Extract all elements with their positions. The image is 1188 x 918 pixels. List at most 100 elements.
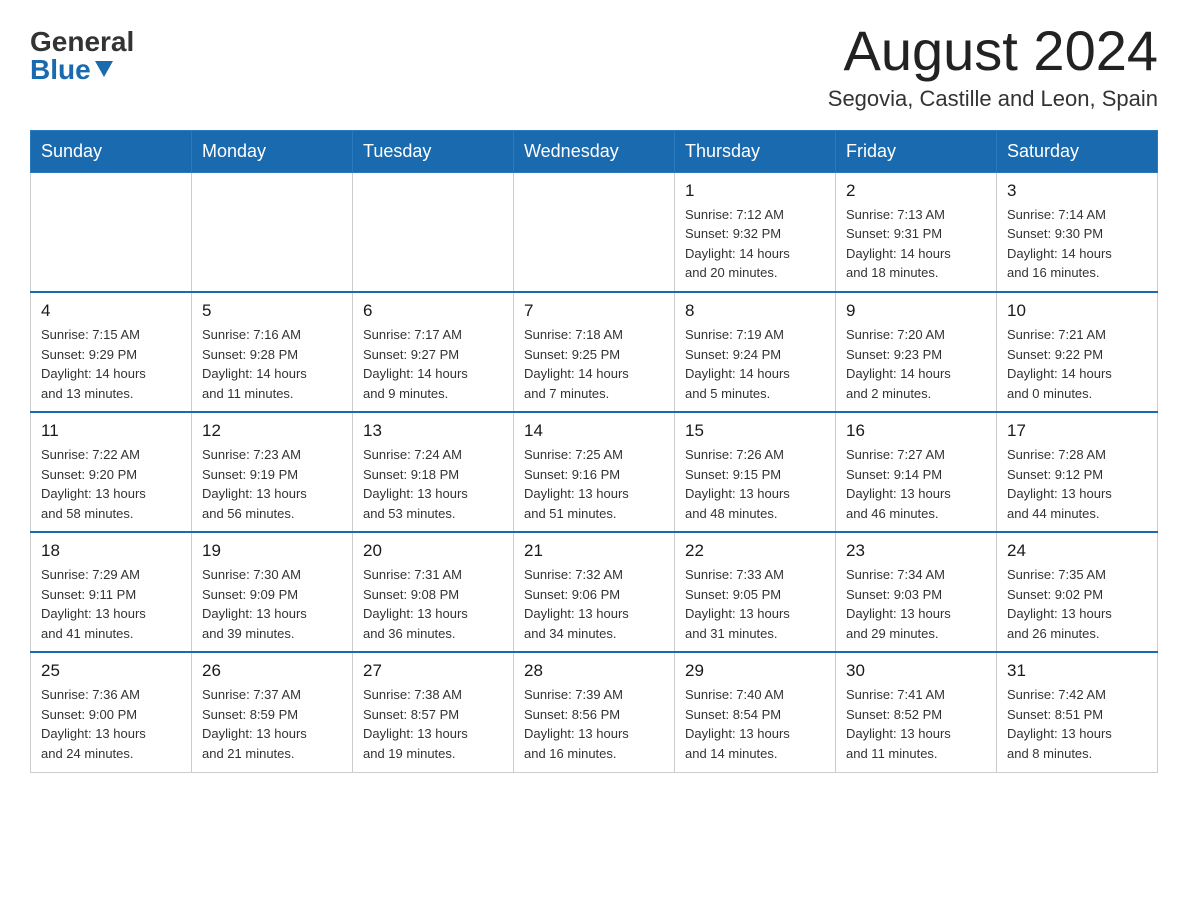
day-number: 4 (41, 301, 181, 321)
calendar-cell: 9 Sunrise: 7:20 AMSunset: 9:23 PMDaylight… (836, 292, 997, 412)
day-info: Sunrise: 7:22 AMSunset: 9:20 PMDaylight:… (41, 445, 181, 523)
logo-blue-text: Blue (30, 56, 113, 84)
calendar-cell: 31Sunrise: 7:42 AMSunset: 8:51 PMDayligh… (997, 652, 1158, 772)
calendar-cell: 23 Sunrise: 7:34 AMSunset: 9:03 PMDayligh… (836, 532, 997, 652)
day-info: Sunrise: 7:36 AMSunset: 9:00 PMDaylight:… (41, 685, 181, 763)
week-row-4: 18 Sunrise: 7:29 AMSunset: 9:11 PMDayligh… (31, 532, 1158, 652)
day-info: Sunrise: 7:34 AMSunset: 9:03 PMDaylight:… (846, 565, 986, 643)
calendar-cell: 21 Sunrise: 7:32 AMSunset: 9:06 PMDayligh… (514, 532, 675, 652)
week-row-2: 4 Sunrise: 7:15 AMSunset: 9:29 PMDaylight… (31, 292, 1158, 412)
day-number: 11 (41, 421, 181, 441)
calendar-cell: 25Sunrise: 7:36 AMSunset: 9:00 PMDayligh… (31, 652, 192, 772)
day-info: Sunrise: 7:35 AMSunset: 9:02 PMDaylight:… (1007, 565, 1147, 643)
day-info: Sunrise: 7:32 AMSunset: 9:06 PMDaylight:… (524, 565, 664, 643)
calendar-cell: 28 Sunrise: 7:39 AMSunset: 8:56 PMDayligh… (514, 652, 675, 772)
location-title: Segovia, Castille and Leon, Spain (828, 86, 1158, 112)
week-row-1: 1 Sunrise: 7:12 AMSunset: 9:32 PMDaylight… (31, 172, 1158, 292)
day-info: Sunrise: 7:12 AMSunset: 9:32 PMDaylight:… (685, 205, 825, 283)
calendar-cell: 5 Sunrise: 7:16 AMSunset: 9:28 PMDaylight… (192, 292, 353, 412)
day-number: 26 (202, 661, 342, 681)
calendar-cell: 20 Sunrise: 7:31 AMSunset: 9:08 PMDayligh… (353, 532, 514, 652)
day-number: 13 (363, 421, 503, 441)
calendar-cell: 24Sunrise: 7:35 AMSunset: 9:02 PMDayligh… (997, 532, 1158, 652)
day-number: 22 (685, 541, 825, 561)
day-info: Sunrise: 7:41 AMSunset: 8:52 PMDaylight:… (846, 685, 986, 763)
logo-general-text: General (30, 28, 134, 56)
calendar-cell: 4 Sunrise: 7:15 AMSunset: 9:29 PMDaylight… (31, 292, 192, 412)
calendar-cell: 27 Sunrise: 7:38 AMSunset: 8:57 PMDayligh… (353, 652, 514, 772)
calendar-cell: 16Sunrise: 7:27 AMSunset: 9:14 PMDayligh… (836, 412, 997, 532)
day-number: 18 (41, 541, 181, 561)
page-header: General Blue August 2024 Segovia, Castil… (30, 20, 1158, 112)
calendar-cell: 15 Sunrise: 7:26 AMSunset: 9:15 PMDayligh… (675, 412, 836, 532)
day-number: 1 (685, 181, 825, 201)
day-number: 9 (846, 301, 986, 321)
weekday-header-wednesday: Wednesday (514, 130, 675, 172)
day-info: Sunrise: 7:29 AMSunset: 9:11 PMDaylight:… (41, 565, 181, 643)
day-number: 6 (363, 301, 503, 321)
day-number: 20 (363, 541, 503, 561)
month-title: August 2024 (828, 20, 1158, 82)
calendar-cell: 18 Sunrise: 7:29 AMSunset: 9:11 PMDayligh… (31, 532, 192, 652)
day-number: 2 (846, 181, 986, 201)
calendar-cell: 17 Sunrise: 7:28 AMSunset: 9:12 PMDayligh… (997, 412, 1158, 532)
calendar-cell: 10 Sunrise: 7:21 AMSunset: 9:22 PMDayligh… (997, 292, 1158, 412)
calendar-cell: 1 Sunrise: 7:12 AMSunset: 9:32 PMDaylight… (675, 172, 836, 292)
day-info: Sunrise: 7:21 AMSunset: 9:22 PMDaylight:… (1007, 325, 1147, 403)
day-info: Sunrise: 7:23 AMSunset: 9:19 PMDaylight:… (202, 445, 342, 523)
logo: General Blue (30, 28, 134, 84)
day-number: 28 (524, 661, 664, 681)
day-info: Sunrise: 7:31 AMSunset: 9:08 PMDaylight:… (363, 565, 503, 643)
day-number: 14 (524, 421, 664, 441)
week-row-5: 25Sunrise: 7:36 AMSunset: 9:00 PMDayligh… (31, 652, 1158, 772)
calendar-cell (192, 172, 353, 292)
calendar-cell: 7Sunrise: 7:18 AMSunset: 9:25 PMDaylight… (514, 292, 675, 412)
day-info: Sunrise: 7:13 AMSunset: 9:31 PMDaylight:… (846, 205, 986, 283)
day-number: 29 (685, 661, 825, 681)
weekday-header-tuesday: Tuesday (353, 130, 514, 172)
calendar-cell: 19Sunrise: 7:30 AMSunset: 9:09 PMDayligh… (192, 532, 353, 652)
calendar-cell: 22 Sunrise: 7:33 AMSunset: 9:05 PMDayligh… (675, 532, 836, 652)
calendar-cell: 13 Sunrise: 7:24 AMSunset: 9:18 PMDayligh… (353, 412, 514, 532)
day-info: Sunrise: 7:37 AMSunset: 8:59 PMDaylight:… (202, 685, 342, 763)
day-info: Sunrise: 7:19 AMSunset: 9:24 PMDaylight:… (685, 325, 825, 403)
day-info: Sunrise: 7:40 AMSunset: 8:54 PMDaylight:… (685, 685, 825, 763)
day-info: Sunrise: 7:20 AMSunset: 9:23 PMDaylight:… (846, 325, 986, 403)
day-info: Sunrise: 7:17 AMSunset: 9:27 PMDaylight:… (363, 325, 503, 403)
day-info: Sunrise: 7:26 AMSunset: 9:15 PMDaylight:… (685, 445, 825, 523)
day-info: Sunrise: 7:30 AMSunset: 9:09 PMDaylight:… (202, 565, 342, 643)
calendar-cell: 3Sunrise: 7:14 AMSunset: 9:30 PMDaylight… (997, 172, 1158, 292)
day-info: Sunrise: 7:25 AMSunset: 9:16 PMDaylight:… (524, 445, 664, 523)
calendar-cell (514, 172, 675, 292)
day-info: Sunrise: 7:39 AMSunset: 8:56 PMDaylight:… (524, 685, 664, 763)
day-number: 27 (363, 661, 503, 681)
day-number: 15 (685, 421, 825, 441)
day-info: Sunrise: 7:16 AMSunset: 9:28 PMDaylight:… (202, 325, 342, 403)
day-number: 30 (846, 661, 986, 681)
calendar-cell (31, 172, 192, 292)
calendar-cell: 8Sunrise: 7:19 AMSunset: 9:24 PMDaylight… (675, 292, 836, 412)
calendar-cell: 30 Sunrise: 7:41 AMSunset: 8:52 PMDayligh… (836, 652, 997, 772)
day-info: Sunrise: 7:18 AMSunset: 9:25 PMDaylight:… (524, 325, 664, 403)
calendar-cell: 26 Sunrise: 7:37 AMSunset: 8:59 PMDayligh… (192, 652, 353, 772)
title-area: August 2024 Segovia, Castille and Leon, … (828, 20, 1158, 112)
day-info: Sunrise: 7:28 AMSunset: 9:12 PMDaylight:… (1007, 445, 1147, 523)
day-number: 21 (524, 541, 664, 561)
day-info: Sunrise: 7:14 AMSunset: 9:30 PMDaylight:… (1007, 205, 1147, 283)
day-info: Sunrise: 7:15 AMSunset: 9:29 PMDaylight:… (41, 325, 181, 403)
calendar-cell: 6 Sunrise: 7:17 AMSunset: 9:27 PMDaylight… (353, 292, 514, 412)
weekday-header-row: SundayMondayTuesdayWednesdayThursdayFrid… (31, 130, 1158, 172)
calendar-cell: 11 Sunrise: 7:22 AMSunset: 9:20 PMDayligh… (31, 412, 192, 532)
day-info: Sunrise: 7:33 AMSunset: 9:05 PMDaylight:… (685, 565, 825, 643)
week-row-3: 11 Sunrise: 7:22 AMSunset: 9:20 PMDayligh… (31, 412, 1158, 532)
day-number: 31 (1007, 661, 1147, 681)
day-info: Sunrise: 7:38 AMSunset: 8:57 PMDaylight:… (363, 685, 503, 763)
calendar-cell: 2 Sunrise: 7:13 AMSunset: 9:31 PMDaylight… (836, 172, 997, 292)
weekday-header-sunday: Sunday (31, 130, 192, 172)
day-number: 17 (1007, 421, 1147, 441)
day-number: 5 (202, 301, 342, 321)
calendar-cell: 12Sunrise: 7:23 AMSunset: 9:19 PMDayligh… (192, 412, 353, 532)
day-number: 23 (846, 541, 986, 561)
day-info: Sunrise: 7:24 AMSunset: 9:18 PMDaylight:… (363, 445, 503, 523)
day-number: 10 (1007, 301, 1147, 321)
